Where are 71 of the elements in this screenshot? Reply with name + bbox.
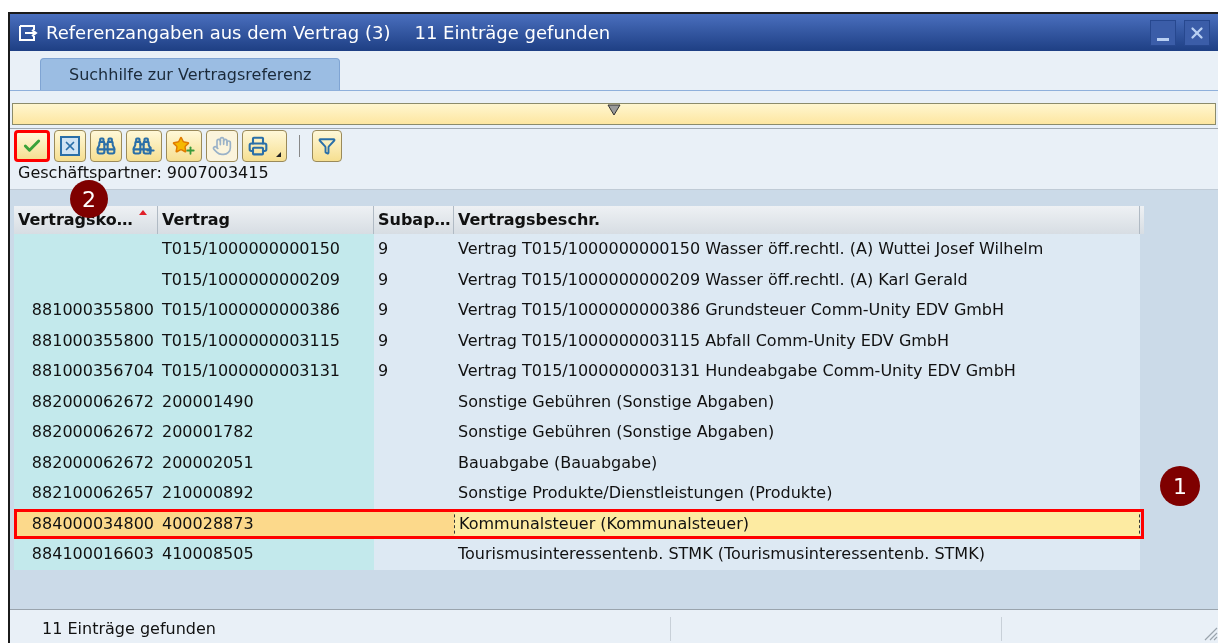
table-cell: Vertrag T015/1000000000209 Wasser öff.rechtl. (A) Karl Gerald [454,264,1140,295]
table-cell: 9 [374,295,454,326]
dropdown-caret-icon [276,152,281,157]
table-cell: 881000356704 [14,356,158,387]
filter-icon [318,137,336,155]
star-plus-icon [172,136,196,156]
table-row[interactable]: 884000034800 400028873 Kommunalsteuer (Kommunalsteuer) [14,508,1144,539]
table-cell: T015/1000000003131 [158,356,374,387]
binoculars-plus-icon [132,136,156,156]
table-cell: Bauabgabe (Bauabgabe) [454,447,1140,478]
filter-button[interactable] [312,130,342,162]
table-row[interactable]: T015/1000000000209 9 Vertrag T015/1000000000209 Wasser öff.rechtl. (A) Karl Gerald [14,264,1144,295]
callout-badge: 1 [1160,466,1200,506]
table-cell: 881000355800 [14,325,158,356]
table-cell: Vertrag T015/1000000000150 Wasser öff.rechtl. (A) Wuttei Josef Wilhelm [454,234,1140,265]
table-row[interactable]: 881000356704 T015/1000000003131 9 Vertrag T015/1000000003131 Hundeabgabe Comm-Unity EDV GmbH [14,356,1144,387]
collapse-triangle-icon [607,104,621,116]
binoculars-icon [96,136,116,156]
table-cell: 882000062672 [14,447,158,478]
find-next-button[interactable] [126,130,162,162]
table-cell: Sonstige Gebühren (Sonstige Abgaben) [454,417,1140,448]
print-button[interactable] [242,130,287,162]
collapse-bar[interactable] [12,103,1216,125]
table-cell: 882100062657 [14,478,158,509]
table-cell: Vertrag T015/1000000003115 Abfall Comm-Unity EDV GmbH [454,325,1140,356]
table-cell: 200002051 [158,447,374,478]
find-button[interactable] [90,130,122,162]
table-cell: T015/1000000000150 [158,234,374,265]
sort-ascending-icon [139,210,147,215]
table-cell: 410008505 [158,539,374,570]
table-cell: 882000062672 [14,386,158,417]
favorite-button[interactable] [166,130,202,162]
table-row[interactable]: 882100062657 210000892 Sonstige Produkte/Dienstleistungen (Produkte) [14,478,1144,509]
table-cell: 200001782 [158,417,374,448]
table-cell: 884100016603 [14,539,158,570]
hand-icon [212,136,232,156]
table-cell: 200001490 [158,386,374,417]
table-row[interactable]: 882000062672 200001782 Sonstige Gebühren (Sonstige Abgaben) [14,417,1144,448]
table-cell: Vertrag T015/1000000003131 Hundeabgabe Comm-Unity EDV GmbH [454,356,1140,387]
table-cell: 9 [374,356,454,387]
table-cell: Sonstige Produkte/Dienstleistungen (Produkte) [454,478,1140,509]
table-row[interactable]: 882000062672 200001490 Sonstige Gebühren (Sonstige Abgaben) [14,386,1144,417]
close-button[interactable] [1184,19,1210,46]
table-row[interactable]: T015/1000000000150 9 Vertrag T015/1000000000150 Wasser öff.rechtl. (A) Wuttei Josef Wilhelm [14,234,1144,265]
table-cell: T015/1000000000386 [158,295,374,326]
window-icon [18,23,38,42]
table-cell: Sonstige Gebühren (Sonstige Abgaben) [454,386,1140,417]
table-cell: T015/1000000000209 [158,264,374,295]
check-button[interactable] [14,130,50,162]
table-row[interactable]: 882000062672 200002051 Bauabgabe (Bauabgabe) [14,447,1144,478]
table-cell: 9 [374,234,454,265]
table-cell: Vertrag T015/1000000000386 Grundsteuer Comm-Unity EDV GmbH [454,295,1140,326]
table-cell: 881000355800 [14,295,158,326]
tab[interactable]: Suchhilfe zur Vertragsreferenz [40,58,341,90]
printer-icon [248,136,268,156]
table-row[interactable]: 881000355800 T015/1000000003115 9 Vertrag T015/1000000003115 Abfall Comm-Unity EDV GmbH [14,325,1144,356]
cancel-button[interactable] [54,130,86,162]
minimize-button[interactable] [1150,19,1176,46]
partner-label: Geschäftspartner: 9007003415 [18,163,269,183]
status-text: 11 Einträge gefunden [41,618,217,640]
table-cell: 210000892 [158,478,374,509]
table-row[interactable]: 881000355800 T015/1000000000386 9 Vertrag T015/1000000000386 Grundsteuer Comm-Unity EDV GmbH [14,295,1144,326]
table-cell: Tourismusinteressentenb. STMK (Tourismusinteressentenb. STMK) [454,539,1140,570]
table-cell: 9 [374,325,454,356]
table-row[interactable]: 884100016603 410008505 Tourismusinteressentenb. STMK (Tourismusinteressentenb. STMK) [14,539,1144,570]
table-cell: 9 [374,264,454,295]
window-subtitle: 11 Einträge gefunden [414,21,611,45]
window-title: Referenzangaben aus dem Vertrag (3) [46,21,391,45]
table-cell: 882000062672 [14,417,158,448]
table-cell: T015/1000000003115 [158,325,374,356]
close-icon [60,136,80,156]
